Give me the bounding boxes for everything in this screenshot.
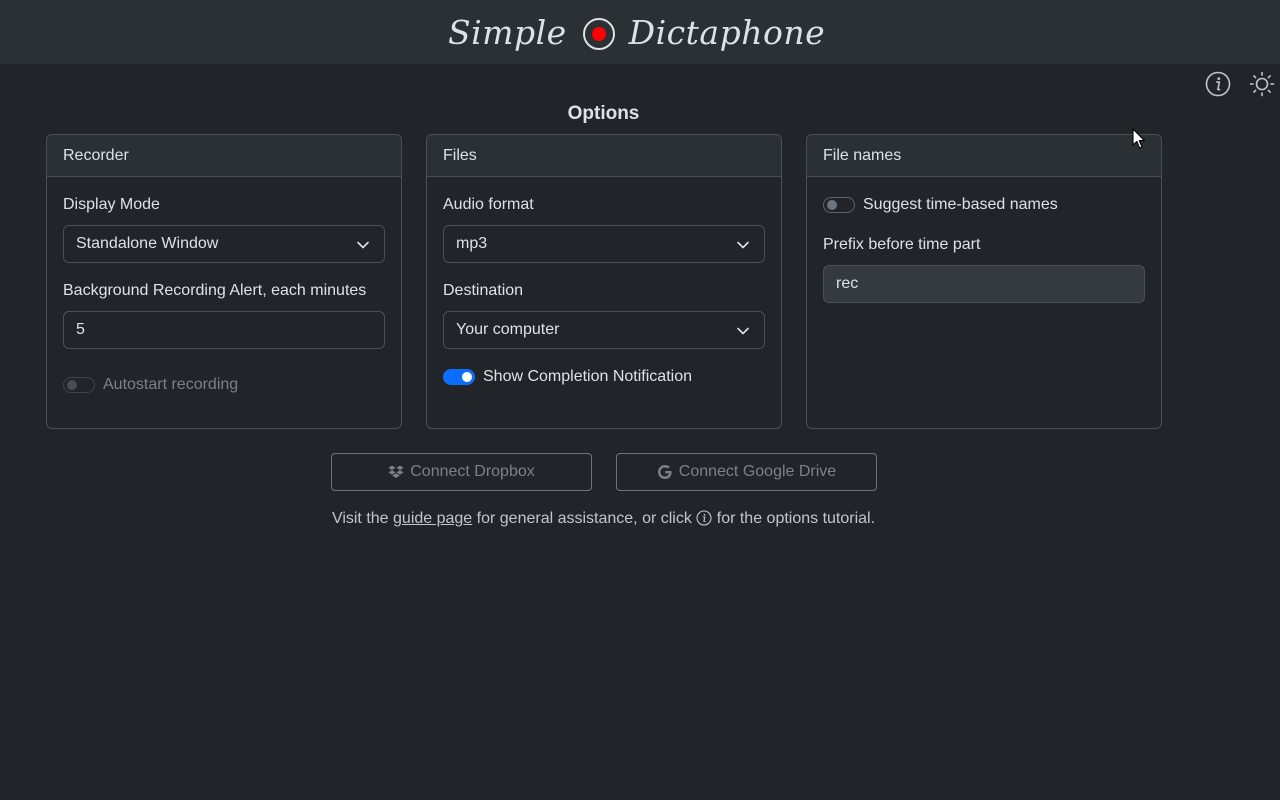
google-icon bbox=[657, 465, 672, 479]
autostart-label: Autostart recording bbox=[103, 376, 239, 393]
autostart-toggle[interactable] bbox=[63, 377, 95, 393]
guide-page-link[interactable]: guide page bbox=[393, 510, 472, 527]
display-mode-select[interactable]: Standalone Window bbox=[63, 225, 385, 263]
prefix-label: Prefix before time part bbox=[823, 236, 981, 253]
audio-format-value: mp3 bbox=[456, 235, 488, 252]
sun-icon[interactable] bbox=[1249, 71, 1275, 97]
destination-label: Destination bbox=[443, 282, 524, 299]
connect-dropbox-label: Connect Dropbox bbox=[410, 463, 535, 480]
help-text: Visit the guide page for general assista… bbox=[0, 510, 1207, 528]
destination-value: Your computer bbox=[456, 321, 560, 338]
audio-format-select[interactable]: mp3 bbox=[443, 225, 765, 263]
alert-interval-value: 5 bbox=[76, 321, 85, 338]
time-based-names-label: Suggest time-based names bbox=[863, 196, 1058, 213]
alert-interval-label: Background Recording Alert, each minutes bbox=[63, 282, 367, 299]
alert-interval-input[interactable]: 5 bbox=[63, 311, 385, 349]
files-card-header: Files bbox=[427, 135, 781, 177]
destination-select[interactable]: Your computer bbox=[443, 311, 765, 349]
file-names-card-header: File names bbox=[807, 135, 1161, 177]
time-based-names-toggle[interactable] bbox=[823, 197, 855, 213]
recorder-card-header: Recorder bbox=[47, 135, 401, 177]
top-bar: Simple Dictaphone bbox=[0, 0, 1280, 64]
logo-text-left: Simple bbox=[448, 12, 567, 52]
recorder-card: Recorder Display Mode Standalone Window … bbox=[46, 134, 402, 429]
page-title: Options bbox=[567, 103, 640, 124]
chevron-down-icon bbox=[737, 327, 749, 335]
prefix-input[interactable]: rec bbox=[823, 265, 1145, 303]
logo-text-right: Dictaphone bbox=[628, 12, 826, 52]
files-card: Files Audio format mp3 Destination Your … bbox=[426, 134, 782, 429]
info-icon bbox=[696, 510, 712, 526]
help-text-middle: for general assistance, or click bbox=[472, 510, 697, 527]
chevron-down-icon bbox=[357, 241, 369, 249]
file-names-card: File names Suggest time-based names Pref… bbox=[806, 134, 1162, 429]
record-icon bbox=[582, 18, 615, 50]
help-text-after: for the options tutorial. bbox=[712, 510, 876, 527]
help-text-before: Visit the bbox=[331, 510, 394, 527]
dropbox-icon bbox=[388, 465, 404, 478]
audio-format-label: Audio format bbox=[443, 196, 534, 213]
connect-dropbox-button[interactable]: Connect Dropbox bbox=[331, 453, 592, 491]
display-mode-value: Standalone Window bbox=[76, 235, 219, 252]
completion-notification-label: Show Completion Notification bbox=[483, 368, 692, 385]
app-logo: Simple Dictaphone bbox=[448, 8, 825, 56]
connect-google-drive-button[interactable]: Connect Google Drive bbox=[616, 453, 877, 491]
prefix-value: rec bbox=[836, 275, 859, 292]
info-icon[interactable] bbox=[1205, 71, 1231, 97]
display-mode-label: Display Mode bbox=[63, 196, 160, 213]
connect-google-drive-label: Connect Google Drive bbox=[678, 463, 837, 480]
completion-notification-toggle[interactable] bbox=[443, 369, 475, 385]
mouse-cursor-icon bbox=[1132, 128, 1145, 149]
chevron-down-icon bbox=[737, 241, 749, 249]
